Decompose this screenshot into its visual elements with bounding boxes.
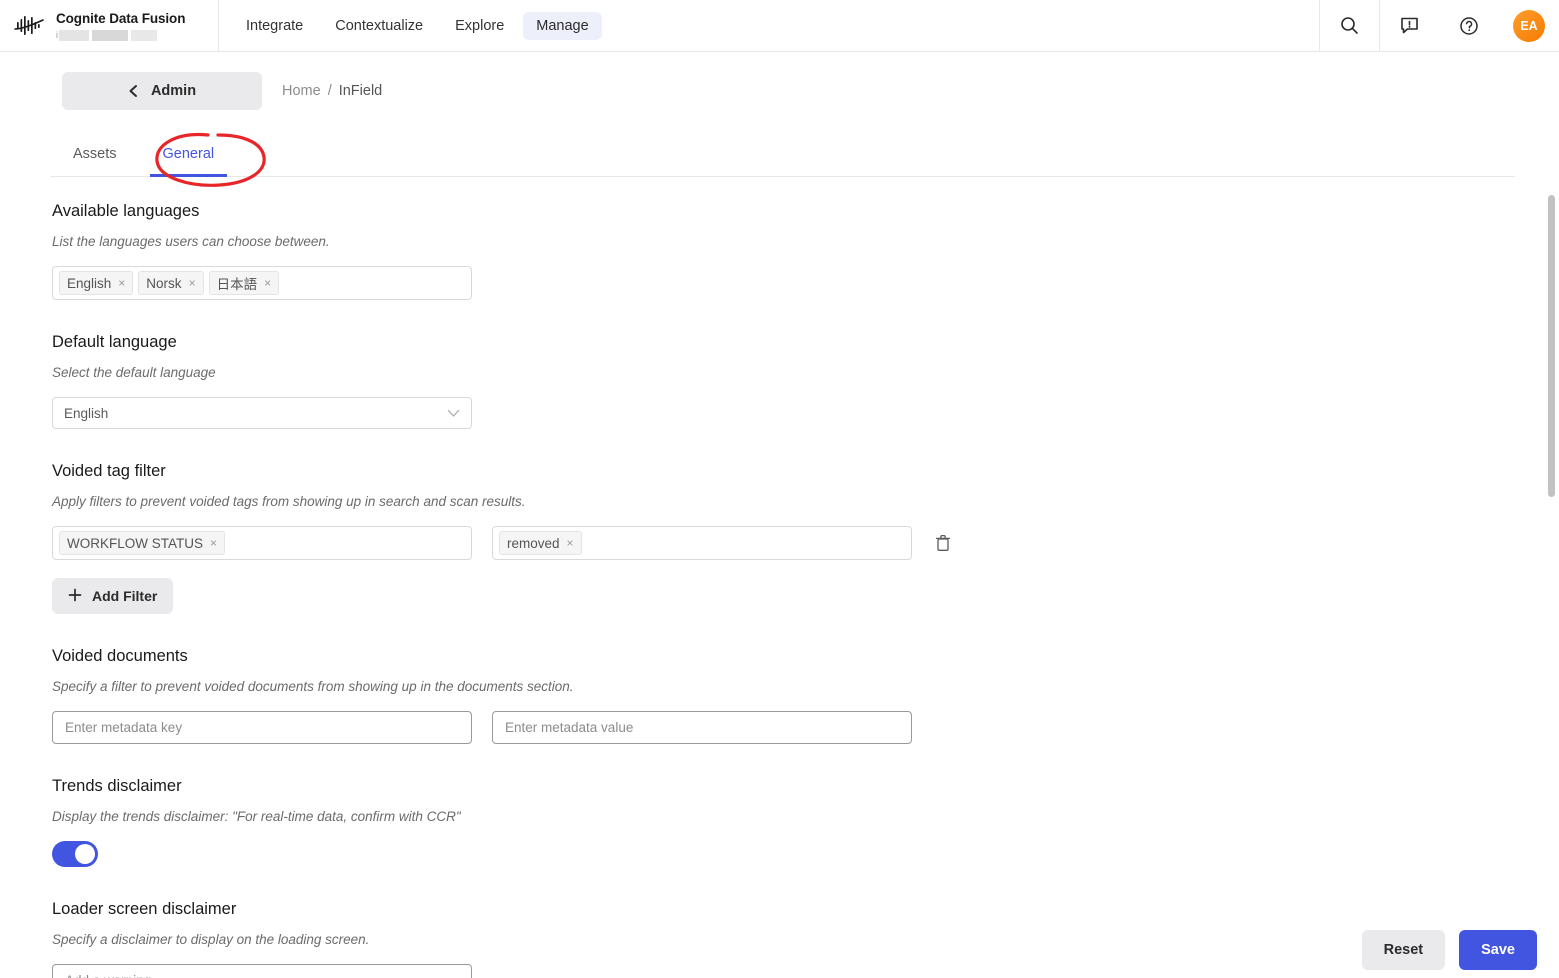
add-filter-button[interactable]: Add Filter xyxy=(52,578,174,614)
tag-label: WORKFLOW STATUS xyxy=(67,535,203,551)
add-filter-label: Add Filter xyxy=(92,588,158,604)
section-title: Voided tag filter xyxy=(52,462,166,480)
section-title: Default language xyxy=(52,333,177,351)
chevron-left-icon xyxy=(128,84,139,98)
tab-general[interactable]: General xyxy=(140,146,238,177)
tab-bar: Assets General xyxy=(50,129,1515,177)
section-description: Select the default language xyxy=(52,365,216,380)
voided-filter-value-input[interactable]: removed × xyxy=(492,526,912,560)
section-default-language: Default language Select the default lang… xyxy=(52,332,1559,429)
plus-icon xyxy=(68,588,82,605)
trash-icon[interactable] xyxy=(932,532,954,554)
section-voided-documents: Voided documents Specify a filter to pre… xyxy=(52,646,1559,744)
breadcrumb: Home / InField xyxy=(282,83,382,99)
header-actions: EA xyxy=(1319,0,1559,51)
default-language-select[interactable]: English xyxy=(52,397,472,429)
section-description: Specify a disclaimer to display on the l… xyxy=(52,932,370,947)
section-description: Apply filters to prevent voided tags fro… xyxy=(52,494,526,509)
toggle-knob xyxy=(75,844,95,864)
scrollbar-thumb[interactable] xyxy=(1548,195,1555,497)
section-title: Trends disclaimer xyxy=(52,777,182,795)
sub-header: Admin Home / InField xyxy=(0,52,1559,129)
breadcrumb-home[interactable]: Home xyxy=(282,83,321,99)
app-header: Cognite Data Fusion i Integrate Contextu… xyxy=(0,0,1559,52)
voided-filter-key-input[interactable]: WORKFLOW STATUS × xyxy=(52,526,472,560)
avatar-wrapper: EA xyxy=(1499,0,1559,51)
section-loader-screen-disclaimer: Loader screen disclaimer Specify a discl… xyxy=(52,899,1559,978)
tag-label: removed xyxy=(507,535,560,551)
filter-value-tag[interactable]: removed × xyxy=(499,531,582,555)
nav-item-manage[interactable]: Manage xyxy=(523,11,602,40)
footer-actions: Reset Save xyxy=(1361,922,1537,978)
feedback-icon[interactable] xyxy=(1379,0,1439,51)
section-title: Available languages xyxy=(52,202,200,220)
breadcrumb-separator: / xyxy=(327,82,332,99)
language-tag[interactable]: English × xyxy=(59,271,134,295)
breadcrumb-current: InField xyxy=(338,82,383,99)
trends-disclaimer-toggle[interactable] xyxy=(52,841,98,867)
chevron-down-icon xyxy=(447,406,460,421)
available-languages-input[interactable]: English × Norsk × 日本語 × xyxy=(52,266,472,300)
language-tag[interactable]: Norsk × xyxy=(138,271,204,295)
section-available-languages: Available languages List the languages u… xyxy=(52,201,1559,300)
avatar[interactable]: EA xyxy=(1513,9,1545,42)
section-description: List the languages users can choose betw… xyxy=(52,234,330,249)
filter-key-tag[interactable]: WORKFLOW STATUS × xyxy=(59,531,226,555)
search-icon[interactable] xyxy=(1319,0,1379,51)
help-icon[interactable] xyxy=(1439,0,1499,51)
reset-button[interactable]: Reset xyxy=(1361,930,1446,970)
project-name-redacted: i xyxy=(56,29,185,41)
content-scrollbar[interactable] xyxy=(1545,177,1559,978)
remove-tag-icon[interactable]: × xyxy=(210,537,217,549)
app-title: Cognite Data Fusion xyxy=(56,10,186,26)
cognite-logo-icon xyxy=(12,13,46,39)
default-language-value: English xyxy=(64,405,109,421)
remove-tag-icon[interactable]: × xyxy=(118,277,125,289)
remove-tag-icon[interactable]: × xyxy=(264,277,271,289)
section-description: Display the trends disclaimer: "For real… xyxy=(52,809,461,824)
metadata-key-input[interactable]: Enter metadata key xyxy=(52,711,472,744)
nav-item-explore[interactable]: Explore xyxy=(442,12,517,40)
section-voided-tag-filter: Voided tag filter Apply filters to preve… xyxy=(52,461,1559,614)
brand-block[interactable]: Cognite Data Fusion i xyxy=(0,0,219,51)
tab-assets[interactable]: Assets xyxy=(50,146,140,176)
remove-tag-icon[interactable]: × xyxy=(189,277,196,289)
section-title: Voided documents xyxy=(52,647,188,665)
loader-disclaimer-input[interactable]: Add a warning xyxy=(52,964,472,978)
main-nav: Integrate Contextualize Explore Manage xyxy=(219,0,602,51)
section-trends-disclaimer: Trends disclaimer Display the trends dis… xyxy=(52,776,1559,867)
section-title: Loader screen disclaimer xyxy=(52,900,237,918)
admin-back-label: Admin xyxy=(150,82,197,99)
admin-back-button[interactable]: Admin xyxy=(62,71,262,110)
tag-label: English xyxy=(67,275,112,291)
metadata-value-input[interactable]: Enter metadata value xyxy=(492,711,912,744)
language-tag[interactable]: 日本語 × xyxy=(208,271,280,295)
nav-item-integrate[interactable]: Integrate xyxy=(233,12,316,40)
nav-item-contextualize[interactable]: Contextualize xyxy=(322,12,436,40)
remove-tag-icon[interactable]: × xyxy=(567,537,574,549)
section-description: Specify a filter to prevent voided docum… xyxy=(52,679,574,694)
tag-label: Norsk xyxy=(146,275,182,291)
tag-label: 日本語 xyxy=(216,277,258,292)
save-button[interactable]: Save xyxy=(1459,930,1537,970)
settings-panel: Available languages List the languages u… xyxy=(0,177,1559,978)
